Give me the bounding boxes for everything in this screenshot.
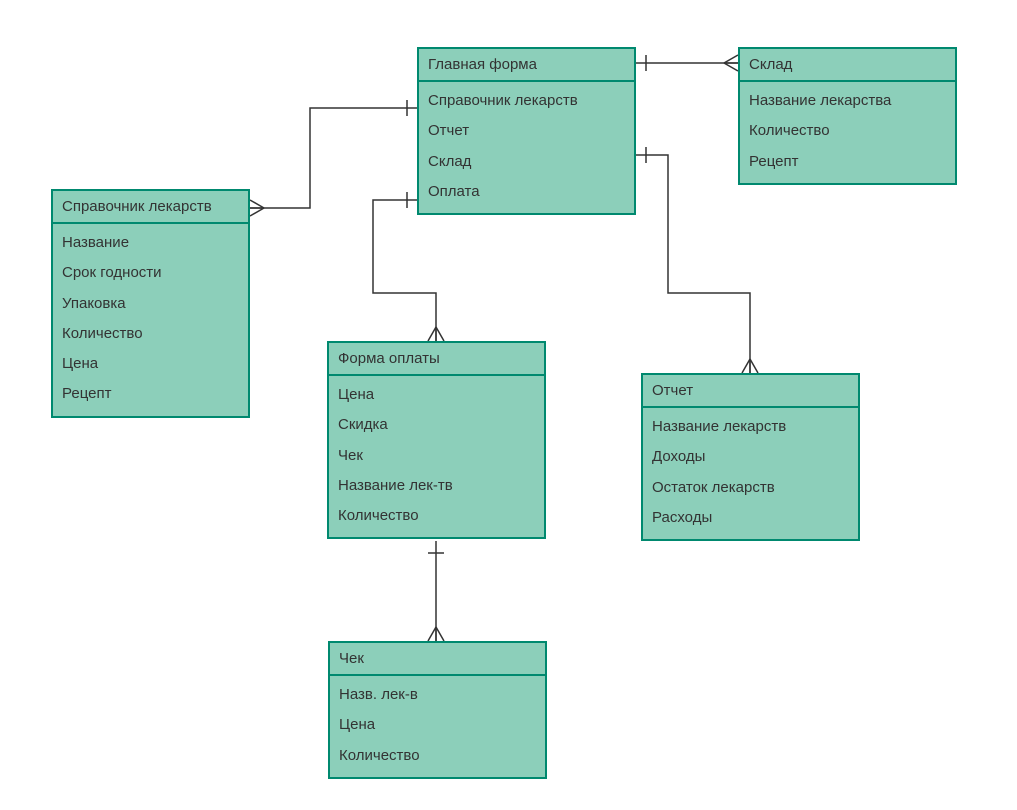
entity-attr: Цена — [329, 380, 544, 410]
entity-title: Главная форма — [419, 49, 634, 82]
entity-attr: Количество — [53, 319, 248, 349]
entity-attr: Назв. лек-в — [330, 680, 545, 710]
entity-title: Справочник лекарств — [53, 191, 248, 224]
entity-attr: Рецепт — [53, 379, 248, 409]
entity-title: Отчет — [643, 375, 858, 408]
entity-attr: Упаковка — [53, 289, 248, 319]
entity-attr: Количество — [329, 501, 544, 531]
entity-attr: Цена — [53, 349, 248, 379]
entity-body: Назв. лек-в Цена Количество — [330, 676, 545, 777]
entity-receipt: Чек Назв. лек-в Цена Количество — [328, 641, 547, 779]
entity-report: Отчет Название лекарств Доходы Остаток л… — [641, 373, 860, 541]
entity-attr: Рецепт — [740, 147, 955, 177]
entity-attr: Количество — [330, 741, 545, 771]
entity-warehouse: Склад Название лекарства Количество Реце… — [738, 47, 957, 185]
entity-attr: Справочник лекарств — [419, 86, 634, 116]
entity-attr: Количество — [740, 116, 955, 146]
entity-attr: Отчет — [419, 116, 634, 146]
entity-body: Справочник лекарств Отчет Склад Оплата — [419, 82, 634, 213]
entity-title: Чек — [330, 643, 545, 676]
entity-attr: Доходы — [643, 442, 858, 472]
entity-meds-reference: Справочник лекарств Название Срок годнос… — [51, 189, 250, 418]
entity-attr: Скидка — [329, 410, 544, 440]
entity-attr: Название лекарства — [740, 86, 955, 116]
entity-attr: Расходы — [643, 503, 858, 533]
entity-attr: Чек — [329, 441, 544, 471]
entity-body: Цена Скидка Чек Название лек-тв Количест… — [329, 376, 544, 537]
entity-attr: Остаток лекарств — [643, 473, 858, 503]
entity-main-form: Главная форма Справочник лекарств Отчет … — [417, 47, 636, 215]
entity-attr: Название лек-тв — [329, 471, 544, 501]
entity-attr: Склад — [419, 147, 634, 177]
entity-body: Название лекарств Доходы Остаток лекарст… — [643, 408, 858, 539]
entity-body: Название Срок годности Упаковка Количест… — [53, 224, 248, 416]
entity-attr: Название лекарств — [643, 412, 858, 442]
entity-attr: Цена — [330, 710, 545, 740]
entity-title: Форма оплаты — [329, 343, 544, 376]
entity-body: Название лекарства Количество Рецепт — [740, 82, 955, 183]
entity-payment-form: Форма оплаты Цена Скидка Чек Название ле… — [327, 341, 546, 539]
entity-attr: Оплата — [419, 177, 634, 207]
entity-attr: Название — [53, 228, 248, 258]
entity-title: Склад — [740, 49, 955, 82]
entity-attr: Срок годности — [53, 258, 248, 288]
